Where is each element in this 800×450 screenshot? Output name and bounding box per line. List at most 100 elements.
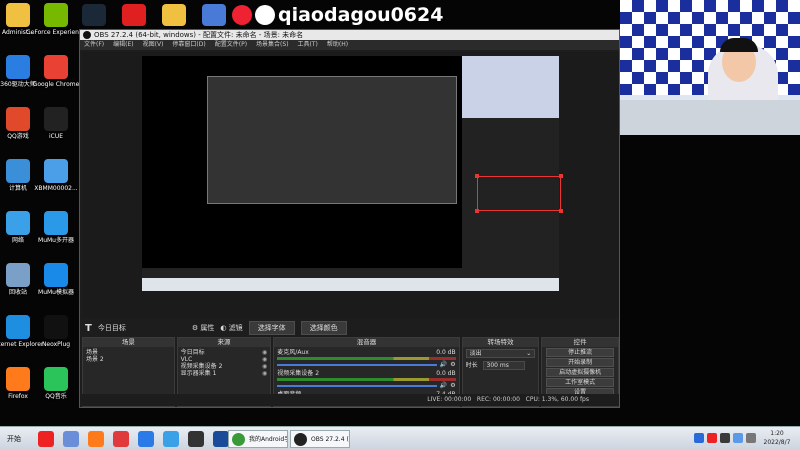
select-color-button[interactable]: 选择颜色 xyxy=(300,321,347,335)
duration-input[interactable]: 300 ms xyxy=(482,361,525,370)
cpu-status: CPU: 1.3%, 60.00 fps xyxy=(525,396,589,403)
volume-slider[interactable] xyxy=(277,363,437,366)
obs-title-bar[interactable]: OBS 27.2.4 (64-bit, windows) - 配置文件: 未命名… xyxy=(80,30,619,40)
duration-label: 时长 xyxy=(465,362,478,369)
visibility-icon[interactable]: ◉ xyxy=(262,356,267,363)
menu-item[interactable]: 帮助(H) xyxy=(327,40,348,50)
status-bar: LIVE: 00:00:00 REC: 00:00:00 CPU: 1.3%, … xyxy=(82,394,619,406)
transition-select[interactable]: 淡出 ⌄ xyxy=(465,349,536,358)
menu-item[interactable]: 文件(F) xyxy=(84,40,104,50)
mixer-channel: 麦克风/Aux 0.0 dB 🔊 ⚙ xyxy=(277,349,456,368)
volume-icon[interactable] xyxy=(746,433,756,443)
scene-item[interactable]: 场景 xyxy=(86,349,171,356)
menu-item[interactable]: 场景集合(S) xyxy=(256,40,289,50)
nested-webcam xyxy=(462,56,559,118)
source-item[interactable]: VLC ◉ xyxy=(181,356,268,363)
captured-taskbar xyxy=(142,278,559,291)
taskbar-task[interactable]: 我的Android手机 xyxy=(228,430,288,448)
chrome-icon xyxy=(44,55,68,79)
clock-date: 2022/8/7 xyxy=(763,439,791,446)
netease-music-icon xyxy=(232,5,252,25)
avatar-icon xyxy=(255,5,275,25)
app-icon[interactable] xyxy=(113,431,129,447)
mumu-multi-icon xyxy=(44,211,68,235)
scenes-title: 场景 xyxy=(83,338,174,347)
filters-button[interactable]: ◐ 滤镜 xyxy=(220,323,242,333)
game-icon[interactable] xyxy=(213,431,229,447)
speaker-icon[interactable]: 🔊 xyxy=(440,382,447,389)
taskbar: 开始 我的Android手机 OBS 27.2.4 (6... 1:20 2022… xyxy=(0,426,800,450)
start-button[interactable]: 开始 xyxy=(2,431,26,447)
chess-icon[interactable] xyxy=(188,431,204,447)
desktop: qiaodagou0624 Administ... GeForce Experie… xyxy=(0,0,800,426)
source-item[interactable]: 显示器采集 1 ◉ xyxy=(181,370,268,377)
document-icon[interactable] xyxy=(202,4,226,26)
speaker-icon[interactable]: 🔊 xyxy=(440,361,447,368)
controls-title: 控件 xyxy=(542,338,618,347)
task-label: 我的Android手机 xyxy=(249,436,287,443)
menu-item[interactable]: 停靠窗口(D) xyxy=(172,40,205,50)
control-button[interactable]: 启动虚拟摄像机 xyxy=(546,368,614,377)
obs-icon xyxy=(294,433,307,446)
selected-source-bounds[interactable] xyxy=(475,174,563,213)
taskbar-task[interactable]: OBS 27.2.4 (6... xyxy=(290,430,350,448)
volume-meter xyxy=(277,378,456,381)
control-button[interactable]: 工作室模式 xyxy=(546,378,614,387)
feishu-icon[interactable] xyxy=(138,431,154,447)
watermark: qiaodagou0624 xyxy=(232,2,443,28)
volume-meter xyxy=(277,357,456,360)
webcam-overlay xyxy=(620,0,800,135)
visibility-icon[interactable]: ◉ xyxy=(262,370,267,377)
help-icon[interactable] xyxy=(694,433,704,443)
watermark-text: qiaodagou0624 xyxy=(278,4,444,26)
transitions-title: 转场特效 xyxy=(462,338,539,347)
clock[interactable]: 1:20 2022/8/7 xyxy=(758,429,796,447)
network-tray-icon[interactable] xyxy=(733,433,743,443)
control-button[interactable]: 停止推流 xyxy=(546,348,614,357)
nested-desktop-capture xyxy=(142,56,462,268)
gear-icon[interactable]: ⚙ xyxy=(450,382,455,389)
select-font-button[interactable]: 选择字体 xyxy=(248,321,295,335)
source-name: 视频采集设备 2 xyxy=(180,363,223,370)
visibility-icon[interactable]: ◉ xyxy=(262,349,267,356)
qq-music-icon xyxy=(44,367,68,391)
channel-db: 0.0 dB xyxy=(436,349,456,356)
obs-tray-icon[interactable] xyxy=(720,433,730,443)
properties-button[interactable]: ⚙ 属性 xyxy=(192,323,215,333)
channel-name: 视频采集设备 2 xyxy=(277,370,320,377)
chevron-down-icon: ⌄ xyxy=(526,350,532,357)
netease-tray-icon[interactable] xyxy=(707,433,717,443)
source-name: VLC xyxy=(180,356,193,363)
firefox-icon[interactable] xyxy=(88,431,104,447)
channel-db: 0.0 dB xyxy=(436,370,456,377)
text-source-icon: T xyxy=(85,322,92,334)
visibility-icon[interactable]: ◉ xyxy=(262,363,267,370)
gear-icon[interactable]: ⚙ xyxy=(450,361,455,368)
channel-name: 麦克风/Aux xyxy=(277,349,309,356)
source-name: 今日目标 xyxy=(180,349,205,356)
menu-item[interactable]: 编辑(E) xyxy=(113,40,133,50)
netease-music-icon[interactable] xyxy=(38,431,54,447)
browser-icon[interactable] xyxy=(163,431,179,447)
obs-window[interactable]: OBS 27.2.4 (64-bit, windows) - 配置文件: 未命名… xyxy=(79,29,620,408)
volume-slider[interactable] xyxy=(277,384,437,387)
folder-icon[interactable] xyxy=(162,4,186,26)
task-label: OBS 27.2.4 (6... xyxy=(311,436,349,443)
source-item[interactable]: 视频采集设备 2 ◉ xyxy=(181,363,268,370)
steam-icon[interactable] xyxy=(82,4,106,26)
file-icon[interactable] xyxy=(63,431,79,447)
menu-item[interactable]: 工具(T) xyxy=(298,40,318,50)
icue-icon xyxy=(44,107,68,131)
obs-preview[interactable] xyxy=(82,52,619,318)
source-item[interactable]: 今日目标 ◉ xyxy=(181,349,268,356)
obs-menu-bar: 文件(F) 编辑(E) 视图(V) 停靠窗口(D) 配置文件(P) 场景集合(S) 工具(T… xyxy=(80,40,619,50)
nested-obs-capture xyxy=(207,76,457,204)
preview-canvas[interactable] xyxy=(142,56,563,291)
menu-item[interactable]: 视图(V) xyxy=(143,40,164,50)
rec-status: REC: 00:00:00 xyxy=(476,396,520,403)
netease-music-icon[interactable] xyxy=(122,4,146,26)
control-button[interactable]: 开始录制 xyxy=(546,358,614,367)
menu-item[interactable]: 配置文件(P) xyxy=(215,40,247,50)
phone-icon xyxy=(232,433,245,446)
scene-item[interactable]: 场景 2 xyxy=(86,356,171,363)
